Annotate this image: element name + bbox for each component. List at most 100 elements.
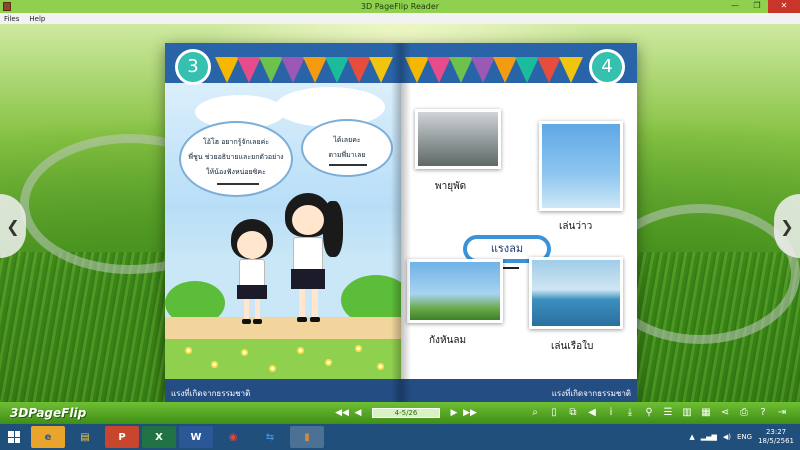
photo-kite	[539, 121, 623, 211]
decor-triangle	[559, 57, 583, 83]
clock-time: 23:27	[765, 428, 787, 436]
bubble-line: ได้เลยคะ	[333, 136, 361, 144]
bookmark-icon[interactable]: ▥	[679, 406, 695, 420]
bubble-line: พี่ชูน ช่วยอธิบายและยกตัวอย่าง	[188, 153, 284, 161]
powerpoint-icon[interactable]: P	[105, 426, 139, 448]
lawn	[165, 339, 401, 379]
decor-triangle	[471, 57, 495, 83]
page-indicator[interactable]: 4-5/26	[372, 408, 440, 418]
download-icon[interactable]: ⤓	[622, 406, 638, 420]
zoom-icon[interactable]: ⌕	[527, 406, 543, 420]
single-page-icon[interactable]: ▯	[546, 406, 562, 420]
thumbnails-icon[interactable]: ▦	[698, 406, 714, 420]
decor-triangle	[515, 57, 539, 83]
flower	[355, 345, 362, 352]
menu-help[interactable]: Help	[29, 15, 45, 23]
internet-explorer-icon[interactable]: e	[31, 426, 65, 448]
title-bar: 3D PageFlip Reader — ❐ ✕	[0, 0, 800, 13]
decor-triangle	[427, 57, 451, 83]
speech-bubble-right: ได้เลยคะ ตามพี่มาเลย	[301, 119, 393, 177]
photo-sailboats	[529, 257, 623, 329]
bubble-line: ตามพี่มาเลย	[328, 151, 366, 159]
decor-triangle	[325, 57, 349, 83]
start-button[interactable]	[0, 424, 28, 450]
decor-triangle	[493, 57, 517, 83]
next-page-button[interactable]: ▶	[446, 408, 462, 418]
flower	[325, 359, 332, 366]
first-page-button[interactable]: ◀◀	[334, 408, 350, 418]
flower	[211, 361, 218, 368]
sound-icon[interactable]: ◀	[584, 406, 600, 420]
page-number-badge: 3	[175, 49, 211, 85]
pageflip-reader-icon[interactable]: ▮	[290, 426, 324, 448]
system-tray: ▲ ▂▄▆ ◀) ENG 23:27 18/5/2561	[689, 424, 794, 450]
chevron-left-icon: ❮	[6, 216, 20, 236]
speech-bubble-left: โอ้โฮ อยากรู้จักเลยค่ะ พี่ชูน ช่วยอธิบาย…	[179, 121, 293, 197]
flower	[241, 349, 248, 356]
ground-path	[165, 317, 401, 339]
language-indicator[interactable]: ENG	[737, 433, 752, 441]
fullscreen-icon[interactable]: ⧉	[565, 406, 581, 420]
decor-triangle	[237, 57, 261, 83]
exit-icon[interactable]: ⇥	[774, 406, 790, 420]
audio-bar	[217, 183, 259, 185]
previous-page-button[interactable]: ◀	[350, 408, 366, 418]
file-explorer-icon[interactable]: ▤	[68, 426, 102, 448]
decor-triangle	[537, 57, 561, 83]
caption-storm: พายุพัด	[435, 181, 467, 192]
menu-files[interactable]: Files	[4, 15, 19, 23]
flower	[297, 347, 304, 354]
clock-date: 18/5/2561	[758, 437, 794, 445]
tray-arrow-icon[interactable]: ▲	[689, 433, 694, 441]
decor-triangle	[303, 57, 327, 83]
page-footer-text: แรงที่เกิดจากธรรมชาติ	[551, 389, 631, 398]
os-taskbar: e ▤ P X W ◉ ⇆ ▮ ▲ ▂▄▆ ◀) ENG 23:27 18/5/…	[0, 424, 800, 450]
bubble-line: โอ้โฮ อยากรู้จักเลยค่ะ	[202, 138, 270, 146]
teamviewer-icon[interactable]: ⇆	[253, 426, 287, 448]
decor-triangle	[259, 57, 283, 83]
caption-kite: เล่นว่าว	[559, 221, 593, 232]
caption-sailboats: เล่นเรือใบ	[551, 341, 594, 352]
window-title: 3D PageFlip Reader	[360, 2, 440, 11]
book-page-left[interactable]: 3 โอ้โฮ อยากรู้จักเลยค่ะ พี่ชูน ช่วยอธิบ…	[165, 43, 401, 402]
chevron-right-icon: ❯	[780, 216, 794, 236]
decor-triangle	[281, 57, 305, 83]
restore-button[interactable]: ❐	[746, 0, 768, 13]
flip-book[interactable]: 3 โอ้โฮ อยากรู้จักเลยค่ะ พี่ชูน ช่วยอธิบ…	[165, 43, 637, 402]
flower	[269, 365, 276, 372]
decor-triangle	[347, 57, 371, 83]
book-spine-shadow	[391, 43, 411, 402]
network-icon[interactable]: ▂▄▆	[701, 433, 717, 441]
menu-bar: Files Help	[0, 13, 800, 24]
windows-logo-icon	[8, 431, 20, 443]
photo-wind-turbines	[407, 259, 503, 323]
brand-logo: 3DPageFlip	[10, 406, 87, 420]
book-page-right[interactable]: 4 พายุพัด เล่นว่าว แรงลม กังหันลม เล่นเร…	[401, 43, 637, 402]
last-page-button[interactable]: ▶▶	[462, 408, 478, 418]
decor-triangle	[369, 57, 393, 83]
flower	[377, 363, 384, 370]
decor-triangle	[215, 57, 239, 83]
word-icon[interactable]: W	[179, 426, 213, 448]
close-button[interactable]: ✕	[768, 0, 800, 13]
excel-icon[interactable]: X	[142, 426, 176, 448]
reader-toolbar: 3DPageFlip ◀◀ ◀ 4-5/26 ▶ ▶▶ ⌕ ▯ ⧉ ◀ i ⤓ …	[0, 402, 800, 424]
chrome-icon[interactable]: ◉	[216, 426, 250, 448]
clock[interactable]: 23:27 18/5/2561	[758, 428, 794, 446]
reader-stage: ❮ ❯ 3 โอ้โฮ อยากรู้จักเลยค่ะ พี่ชูน ช่วย…	[0, 24, 800, 402]
info-icon[interactable]: i	[603, 406, 619, 420]
volume-icon[interactable]: ◀)	[723, 433, 731, 441]
search-icon[interactable]: ⚲	[641, 406, 657, 420]
share-icon[interactable]: ⋖	[717, 406, 733, 420]
table-of-contents-icon[interactable]: ☰	[660, 406, 676, 420]
decor-triangle	[449, 57, 473, 83]
print-icon[interactable]: ⎙	[736, 406, 752, 420]
flower	[185, 347, 192, 354]
photo-storm	[415, 109, 501, 169]
audio-bar	[329, 164, 367, 166]
bubble-line: ให้น้องฟังหน่อยซิคะ	[206, 168, 266, 176]
page-number-badge: 4	[589, 49, 625, 85]
help-icon[interactable]: ?	[755, 406, 771, 420]
minimize-button[interactable]: —	[724, 0, 746, 13]
page-footer-text: แรงที่เกิดจากธรรมชาติ	[171, 389, 251, 398]
